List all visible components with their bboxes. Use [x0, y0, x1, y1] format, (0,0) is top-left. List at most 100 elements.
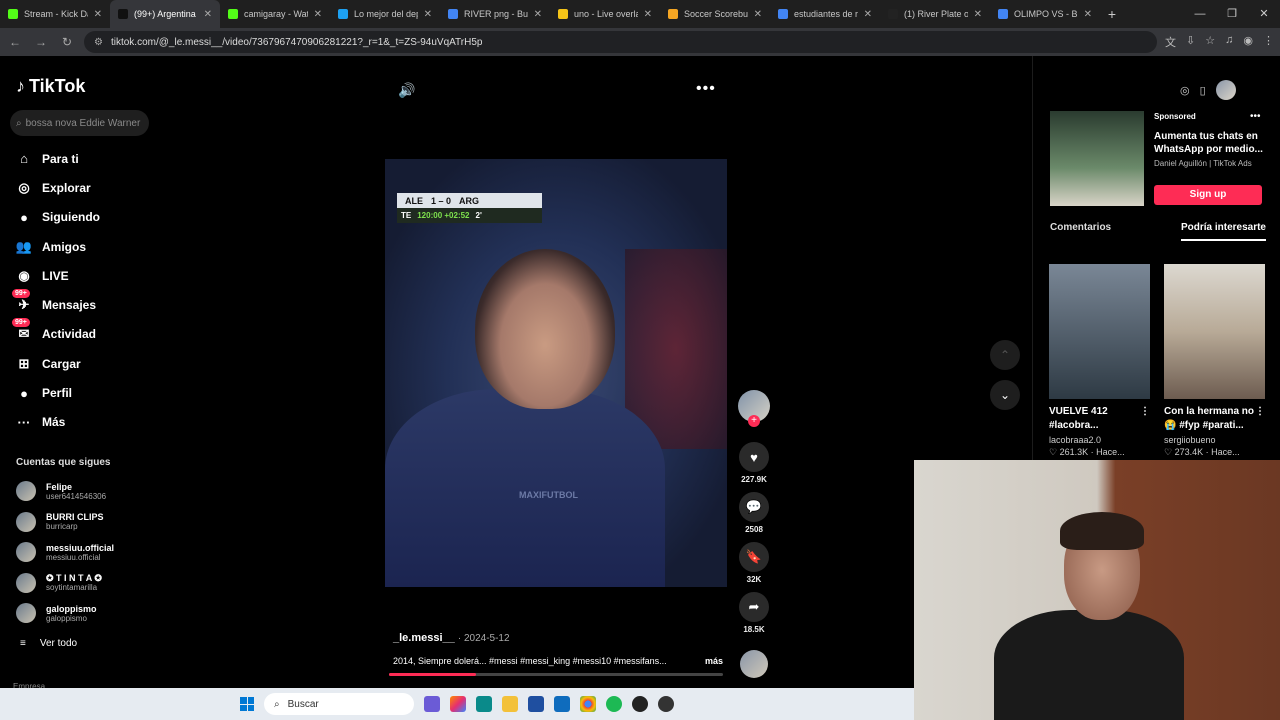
- sidebar-item-actividad[interactable]: ✉ 99+ Actividad: [0, 318, 160, 349]
- tab-close-icon[interactable]: ✕: [864, 9, 872, 20]
- media-player-icon[interactable]: [658, 696, 674, 712]
- card-creator[interactable]: lacobraaa2.0: [1049, 435, 1150, 445]
- previous-video-icon[interactable]: ⌃: [990, 340, 1020, 370]
- url-field[interactable]: ⚙ tiktok.com/@_le.messi__/video/73679674…: [84, 31, 1158, 53]
- caption-more-link[interactable]: más: [705, 656, 723, 666]
- sidebar-item-mensajes[interactable]: ✈ 99+ Mensajes: [0, 289, 160, 319]
- followed-account[interactable]: galoppismo galoppismo: [16, 598, 156, 629]
- browser-tab[interactable]: Soccer Scorebug ✕: [660, 0, 770, 28]
- share-action[interactable]: ➦ 18.5K: [736, 592, 772, 634]
- music-disc-icon[interactable]: [740, 650, 768, 678]
- card-more-icon[interactable]: ⋮: [1255, 405, 1265, 433]
- install-icon[interactable]: ⇩: [1186, 34, 1195, 50]
- spotify-icon[interactable]: [606, 696, 622, 712]
- ad-thumbnail[interactable]: [1050, 111, 1144, 206]
- video-progress-bar[interactable]: [389, 673, 723, 676]
- comment-icon[interactable]: 💬: [739, 492, 769, 522]
- profile-icon[interactable]: ◉: [1243, 34, 1253, 50]
- tiktok-logo[interactable]: ♪ TikTok: [16, 76, 85, 97]
- tab-close-icon[interactable]: ✕: [534, 9, 542, 20]
- followed-account[interactable]: BURRI CLIPS burricarp: [16, 507, 156, 538]
- forward-icon[interactable]: →: [32, 35, 50, 49]
- browser-tab[interactable]: OLIMPO VS - Buscar ✕: [990, 0, 1100, 28]
- tab-close-icon[interactable]: ✕: [1084, 9, 1092, 20]
- reload-icon[interactable]: ↻: [58, 35, 76, 49]
- heart-icon[interactable]: ♥: [739, 442, 769, 472]
- card-more-icon[interactable]: ⋮: [1140, 405, 1150, 433]
- back-icon[interactable]: ←: [6, 35, 24, 49]
- recommended-video-card[interactable]: VUELVE 412 #lacobra... ⋮ lacobraaa2.0 ♡ 2…: [1049, 264, 1150, 458]
- sidebar-item-para-ti[interactable]: ⌂ Para ti: [0, 144, 160, 173]
- sidebar-item-m-s[interactable]: ··· Más: [0, 408, 160, 437]
- tab-close-icon[interactable]: ✕: [314, 9, 322, 20]
- app-icon[interactable]: [632, 696, 648, 712]
- video-thumbnail[interactable]: [1164, 264, 1265, 399]
- sidebar-item-explorar[interactable]: ◎ Explorar: [0, 173, 160, 202]
- video-player[interactable]: ALE 1 – 0 ARG TE 120:00 +02:52 2' MAXIFU…: [385, 159, 727, 587]
- tab-close-icon[interactable]: ✕: [974, 9, 982, 20]
- browser-tab[interactable]: uno - Live overlay ✕: [550, 0, 660, 28]
- copilot-icon[interactable]: [450, 696, 466, 712]
- chrome-icon[interactable]: [580, 696, 596, 712]
- teams-icon[interactable]: [424, 696, 440, 712]
- tab-close-icon[interactable]: ✕: [754, 9, 762, 20]
- next-video-icon[interactable]: ⌄: [990, 380, 1020, 410]
- sidebar-item-perfil[interactable]: ● Perfil: [0, 378, 160, 407]
- browser-tab[interactable]: camigaray - Watch ✕: [220, 0, 330, 28]
- sidebar-item-live[interactable]: ◉ LIVE: [0, 261, 160, 290]
- more-options-icon[interactable]: •••: [696, 80, 716, 98]
- ad-signup-button[interactable]: Sign up: [1154, 185, 1262, 205]
- compass-small-icon[interactable]: ◎: [1180, 84, 1190, 97]
- browser-tab[interactable]: (99+) Argentina ✕: [110, 0, 220, 28]
- store-icon[interactable]: [528, 696, 544, 712]
- translate-icon[interactable]: 文: [1165, 34, 1176, 50]
- tab-close-icon[interactable]: ✕: [94, 9, 102, 20]
- minimize-icon[interactable]: —: [1184, 0, 1216, 28]
- tab-close-icon[interactable]: ✕: [644, 9, 652, 20]
- followed-account[interactable]: Felipe user6414546306: [16, 476, 156, 507]
- tab-close-icon[interactable]: ✕: [424, 9, 432, 20]
- sidebar-item-siguiendo[interactable]: ● Siguiendo: [0, 203, 160, 232]
- sponsored-ad[interactable]: Sponsored ••• Aumenta tus chats en Whats…: [1050, 111, 1266, 206]
- author-name[interactable]: _le.messi__: [393, 632, 455, 644]
- browser-tab[interactable]: estudiantes de rio ✕: [770, 0, 880, 28]
- edge-icon[interactable]: [476, 696, 492, 712]
- ad-more-icon[interactable]: •••: [1250, 111, 1261, 122]
- user-avatar[interactable]: [1215, 80, 1236, 100]
- site-info-icon[interactable]: ⚙: [94, 37, 103, 48]
- browser-tab[interactable]: (1) River Plate on ✕: [880, 0, 990, 28]
- tab-recommended[interactable]: Podría interesarte: [1180, 222, 1266, 241]
- followed-account[interactable]: messiuu.official messiuu.official: [16, 537, 156, 568]
- new-tab-button[interactable]: +: [1100, 6, 1124, 22]
- video-thumbnail[interactable]: [1049, 264, 1150, 399]
- browser-tab[interactable]: Lo mejor del deporte ✕: [330, 0, 440, 28]
- close-window-icon[interactable]: ✕: [1248, 0, 1280, 28]
- recommended-video-card[interactable]: Con la hermana no 😭 #fyp #parati... ⋮ ser…: [1164, 264, 1265, 458]
- menu-icon[interactable]: ⋮: [1263, 34, 1274, 50]
- outlook-icon[interactable]: [554, 696, 570, 712]
- followed-account[interactable]: ✪ T I N T A ✪ soytintamarilla: [16, 568, 156, 599]
- maximize-icon[interactable]: ❐: [1216, 0, 1248, 28]
- save-action[interactable]: 🔖 32K: [736, 542, 772, 584]
- see-all-link[interactable]: ≡ Ver todo: [20, 638, 77, 649]
- follow-plus-icon[interactable]: +: [748, 415, 760, 427]
- sidebar-item-cargar[interactable]: ⊞ Cargar: [0, 349, 160, 378]
- volume-icon[interactable]: 🔊: [398, 82, 415, 99]
- comment-action[interactable]: 💬 2508: [736, 492, 772, 534]
- bookmark-star-icon[interactable]: ☆: [1205, 34, 1215, 50]
- search-input[interactable]: ⌕ bossa nova Eddie Warner: [10, 110, 149, 136]
- share-icon[interactable]: ➦: [739, 592, 769, 622]
- tab-comments[interactable]: Comentarios: [1050, 222, 1111, 241]
- file-explorer-icon[interactable]: [502, 696, 518, 712]
- media-icon[interactable]: ♫: [1225, 34, 1233, 50]
- card-creator[interactable]: sergiiobueno: [1164, 435, 1265, 445]
- device-icon[interactable]: ▯: [1200, 84, 1206, 97]
- like-action[interactable]: ♥ 227.9K: [736, 442, 772, 484]
- sidebar-item-amigos[interactable]: 👥 Amigos: [0, 232, 160, 261]
- bookmark-icon[interactable]: 🔖: [739, 542, 769, 572]
- tab-close-icon[interactable]: ✕: [204, 9, 212, 20]
- windows-start-icon[interactable]: [240, 697, 254, 711]
- browser-tab[interactable]: RIVER png - Buscar ✕: [440, 0, 550, 28]
- taskbar-search[interactable]: ⌕ Buscar: [264, 693, 414, 715]
- browser-tab[interactable]: Stream - Kick Dash ✕: [0, 0, 110, 28]
